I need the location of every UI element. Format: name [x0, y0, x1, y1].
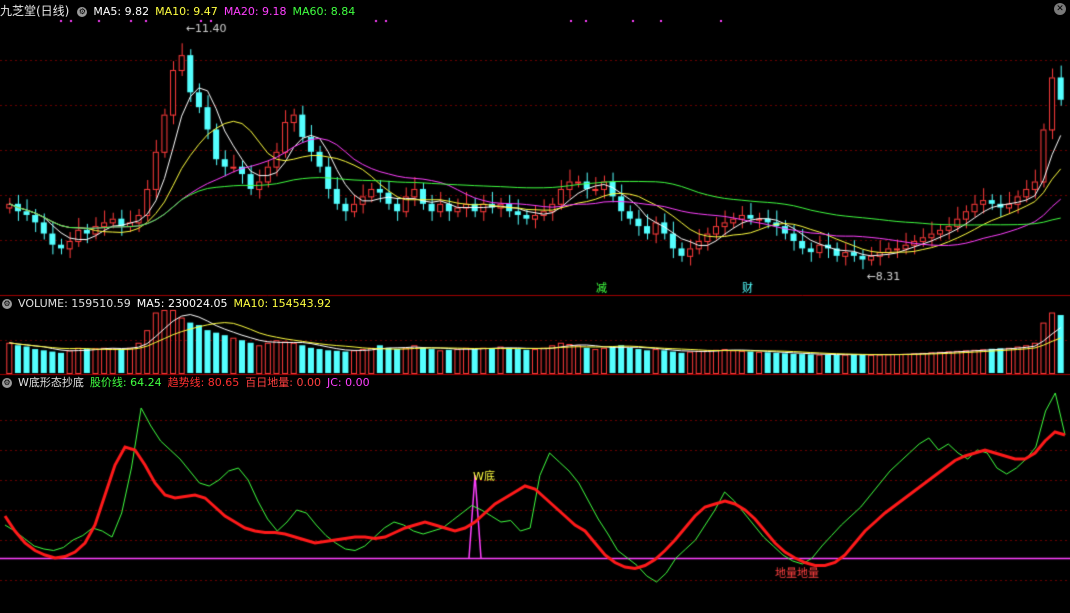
close-icon[interactable]: ✕ — [1054, 3, 1066, 15]
volume-ma10: MA10: 154543.92 — [233, 297, 332, 310]
volume-value: VOLUME: 159510.59 — [18, 297, 131, 310]
indicator-name: W底形态抄底 — [18, 376, 84, 389]
gujia-value: 股价线: 64.24 — [89, 376, 162, 389]
bairi-value: 百日地量: 0.00 — [245, 376, 321, 389]
gear-icon[interactable]: ⚙ — [2, 378, 12, 388]
volume-ma5: MA5: 230024.05 — [136, 297, 228, 310]
stock-title: 九芝堂(日线) — [0, 4, 70, 18]
qushi-value: 趋势线: 80.65 — [167, 376, 240, 389]
ma60-value: MA60: 8.84 — [292, 5, 356, 18]
price-header: 九芝堂(日线) ⚙ MA5: 9.82 MA10: 9.47 MA20: 9.18 MA6… — [0, 3, 361, 19]
volume-header: ⚙ VOLUME: 159510.59 MA5: 230024.05 MA10: 15… — [0, 296, 337, 312]
ma20-value: MA20: 9.18 — [223, 5, 287, 18]
gear-icon[interactable]: ⚙ — [77, 7, 88, 17]
jc-value: JC: 0.00 — [327, 376, 370, 389]
indicator-header: ⚙ W底形态抄底 股价线: 64.24 趋势线: 80.65 百日地量: 0.00 JC:… — [0, 375, 376, 391]
ma5-value: MA5: 9.82 — [93, 5, 150, 18]
ma10-value: MA10: 9.47 — [155, 5, 218, 18]
gear-icon[interactable]: ⚙ — [2, 299, 12, 309]
